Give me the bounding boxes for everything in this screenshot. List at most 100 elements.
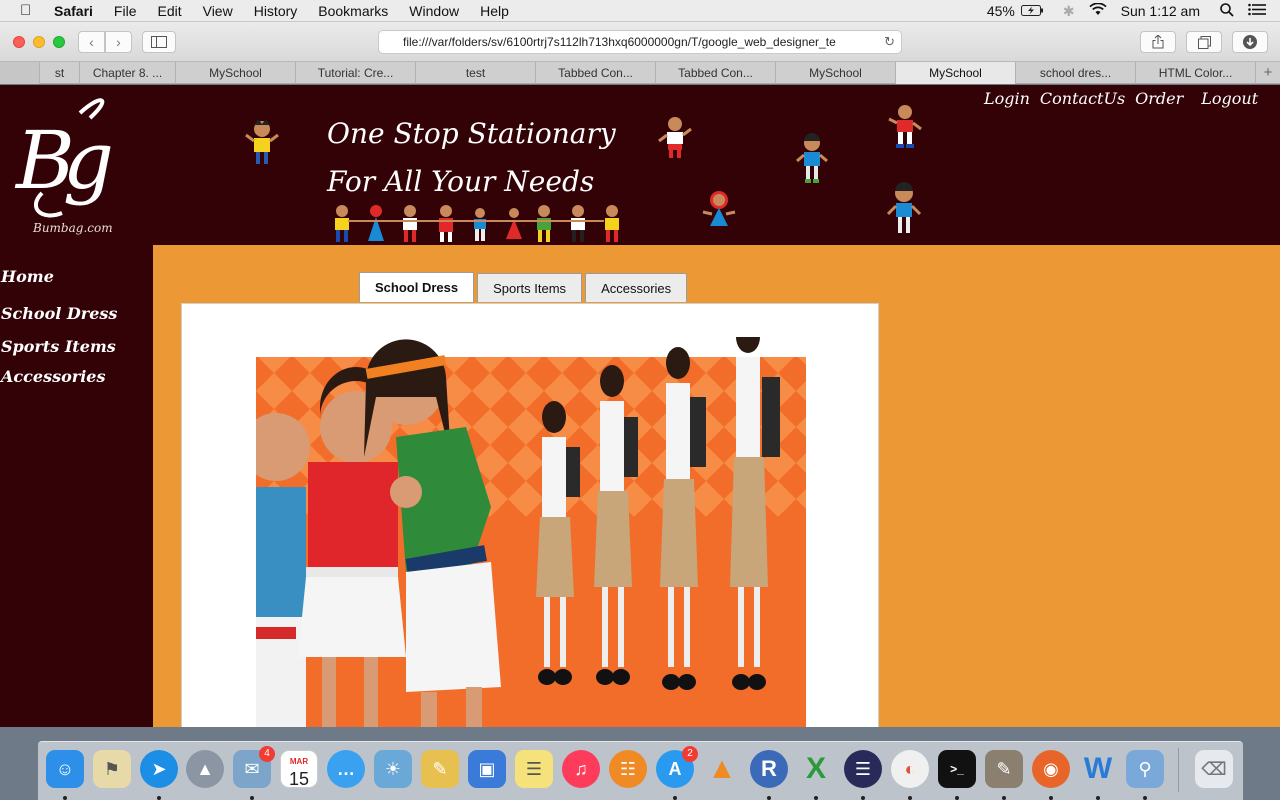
login-link[interactable]: Login xyxy=(984,89,1030,108)
finder-icon[interactable]: ☺ xyxy=(46,750,84,788)
mail-badge: 4 xyxy=(259,746,275,762)
excel-icon[interactable]: X xyxy=(797,750,835,788)
word-icon[interactable]: W xyxy=(1079,750,1117,788)
menu-app-name[interactable]: Safari xyxy=(54,3,93,19)
dock-divider xyxy=(1178,748,1179,792)
tab-accessories[interactable]: Accessories xyxy=(585,273,688,302)
browser-tab[interactable]: Chapter 8. ... xyxy=(80,62,176,84)
address-bar[interactable]: file:///var/folders/sv/6100rtrj7s112lh71… xyxy=(378,30,902,54)
reload-icon[interactable]: ↻ xyxy=(884,31,895,53)
side-nav-home[interactable]: Home xyxy=(1,267,54,286)
share-button[interactable] xyxy=(1140,31,1176,53)
tabs-overview-icon xyxy=(1197,36,1211,49)
menu-help[interactable]: Help xyxy=(480,3,509,19)
clock[interactable]: Sun 1:12 am xyxy=(1121,3,1200,19)
browser-tab[interactable]: Tabbed Con... xyxy=(536,62,656,84)
close-window-button[interactable] xyxy=(13,36,25,48)
running-indicator xyxy=(63,796,67,800)
trash-icon[interactable]: ⌫ xyxy=(1195,750,1233,788)
battery-icon[interactable] xyxy=(1020,3,1043,19)
r-icon[interactable]: R xyxy=(750,750,788,788)
browser-tab-pinned[interactable] xyxy=(0,62,40,84)
browser-tab[interactable]: MySchool xyxy=(176,62,296,84)
cartoon-kid-image xyxy=(886,182,922,233)
content-area: School Dress Sports Items Accessories xyxy=(153,245,1280,727)
browser-tab[interactable]: st xyxy=(40,62,80,84)
running-indicator xyxy=(1143,796,1147,800)
menu-history[interactable]: History xyxy=(254,3,298,19)
firefox-icon[interactable]: ◉ xyxy=(1032,750,1070,788)
browser-tab[interactable]: HTML Color... xyxy=(1136,62,1256,84)
launchpad-icon[interactable]: ▲ xyxy=(186,750,224,788)
back-button[interactable]: ‹ xyxy=(78,31,105,53)
forward-button[interactable]: › xyxy=(105,31,132,53)
browser-toolbar: ‹ › file:///var/folders/sv/6100rtrj7s112… xyxy=(0,22,1280,62)
itunes-icon[interactable]: ♫ xyxy=(562,750,600,788)
dock: ☺ ⚑ ➤ ▲ ✉ 4 MAR 15 … ☀ ✎ ▣ ☰ ♫ ☷ A2 ▲ R X… xyxy=(38,741,1243,800)
terminal-icon[interactable]: >_ xyxy=(938,750,976,788)
tagline-line-2: For All Your Needs xyxy=(327,165,595,198)
school-dress-photo xyxy=(256,337,806,727)
share-icon xyxy=(1152,34,1164,49)
ibooks-icon[interactable]: ☷ xyxy=(609,750,647,788)
logout-link[interactable]: Logout xyxy=(1201,89,1258,108)
preview-icon[interactable]: ⚲ xyxy=(1126,750,1164,788)
notification-center-icon[interactable] xyxy=(1248,3,1266,19)
browser-tab-active[interactable]: MySchool xyxy=(896,62,1016,84)
mail-icon[interactable]: ✉ 4 xyxy=(233,746,275,788)
app-store-icon[interactable]: A2 xyxy=(656,746,698,788)
pages-icon[interactable]: ✎ xyxy=(421,750,459,788)
downloads-button[interactable] xyxy=(1232,31,1268,53)
running-indicator xyxy=(1002,796,1006,800)
menu-file[interactable]: File xyxy=(114,3,137,19)
minimize-window-button[interactable] xyxy=(33,36,45,48)
browser-tab[interactable]: school dres... xyxy=(1016,62,1136,84)
menu-bookmarks[interactable]: Bookmarks xyxy=(318,3,388,19)
zoom-window-button[interactable] xyxy=(53,36,65,48)
url-text: file:///var/folders/sv/6100rtrj7s112lh71… xyxy=(403,35,836,49)
wifi-icon[interactable] xyxy=(1088,2,1107,19)
tab-school-dress[interactable]: School Dress xyxy=(359,272,475,302)
calendar-day: 15 xyxy=(288,769,310,789)
contact-link[interactable]: ContactUs xyxy=(1040,89,1125,108)
browser-tab[interactable]: test xyxy=(416,62,536,84)
tagline-line-1: One Stop Stationary xyxy=(327,117,616,150)
top-nav: Login ContactUs Order Logout xyxy=(984,89,1268,108)
new-tab-button[interactable]: + xyxy=(1256,62,1280,84)
eclipse-icon[interactable]: ☰ xyxy=(844,750,882,788)
site-logo[interactable]: Bg xyxy=(12,93,127,238)
notes-icon[interactable]: ☰ xyxy=(515,750,553,788)
side-nav-sports-items[interactable]: Sports Items xyxy=(1,337,116,356)
battery-percent: 45% xyxy=(986,3,1015,19)
product-tabs: School Dress Sports Items Accessories xyxy=(359,272,690,302)
web-designer-icon[interactable]: ◐ xyxy=(891,750,929,788)
side-nav-accessories[interactable]: Accessories xyxy=(1,367,105,386)
menu-view[interactable]: View xyxy=(203,3,233,19)
running-indicator xyxy=(861,796,865,800)
bluetooth-icon[interactable]: ✱ xyxy=(1063,3,1075,20)
keynote-icon[interactable]: ▣ xyxy=(468,750,506,788)
spotlight-icon[interactable] xyxy=(1220,2,1234,20)
running-indicator xyxy=(767,796,771,800)
apple-icon[interactable]:  xyxy=(20,2,40,19)
running-indicator xyxy=(250,796,254,800)
photos-icon[interactable]: ☀ xyxy=(374,750,412,788)
browser-tab[interactable]: MySchool xyxy=(776,62,896,84)
safari-icon[interactable]: ➤ xyxy=(140,750,178,788)
show-all-tabs-button[interactable] xyxy=(1186,31,1222,53)
side-nav-school-dress[interactable]: School Dress xyxy=(1,304,117,323)
chevron-left-icon: ‹ xyxy=(89,34,94,50)
running-indicator xyxy=(1096,796,1100,800)
vlc-icon[interactable]: ▲ xyxy=(703,750,741,788)
browser-tab[interactable]: Tabbed Con... xyxy=(656,62,776,84)
browser-tab[interactable]: Tutorial: Cre... xyxy=(296,62,416,84)
tab-sports-items[interactable]: Sports Items xyxy=(477,273,583,302)
messages-icon[interactable]: … xyxy=(327,750,365,788)
calendar-icon[interactable]: MAR 15 xyxy=(280,750,318,789)
menu-window[interactable]: Window xyxy=(409,3,459,19)
gimp-icon[interactable]: ✎ xyxy=(985,750,1023,788)
order-link[interactable]: Order xyxy=(1135,89,1183,108)
sidebar-toggle-button[interactable] xyxy=(142,31,176,53)
maps-icon[interactable]: ⚑ xyxy=(93,750,131,788)
menu-edit[interactable]: Edit xyxy=(157,3,181,19)
